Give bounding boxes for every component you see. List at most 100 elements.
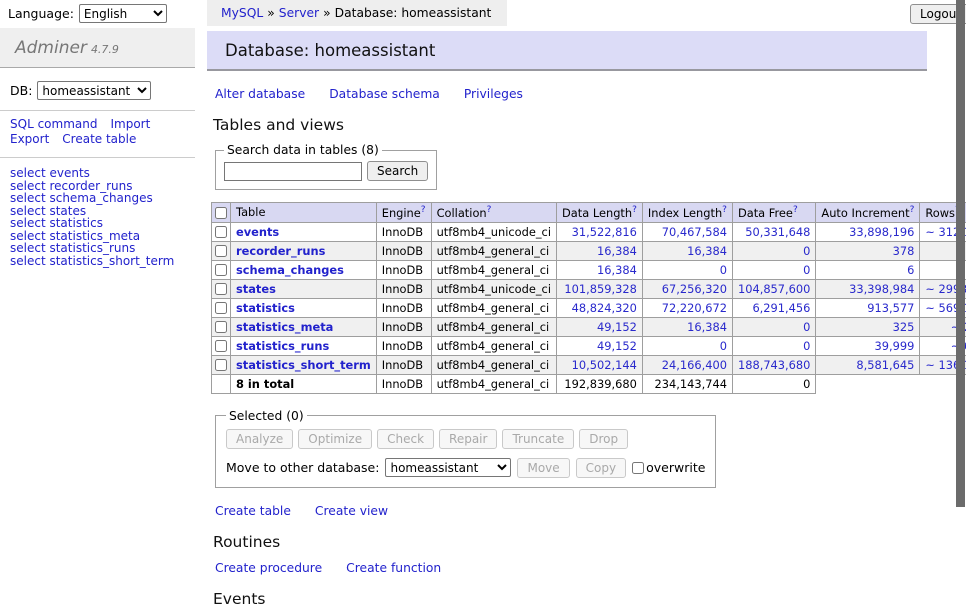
create-links: Create table Create view <box>215 504 927 518</box>
table-row: statistics InnoDB utf8mb4_general_ci 48,… <box>212 298 966 317</box>
content-link[interactable]: Create function <box>346 561 441 575</box>
row-checkbox-cell <box>212 355 231 374</box>
data-free-cell: 0 <box>732 317 815 336</box>
column-header: Engine? <box>376 203 431 223</box>
search-button[interactable]: Search <box>367 161 428 181</box>
sidebar-action-link[interactable]: Import <box>110 118 150 132</box>
column-header: Data Free? <box>732 203 815 223</box>
help-icon[interactable]: ? <box>421 205 426 215</box>
table-link[interactable]: events <box>236 225 279 239</box>
table-name-cell: statistics_meta <box>231 317 377 336</box>
table-name-cell: states <box>231 279 377 298</box>
engine-cell: InnoDB <box>376 241 431 260</box>
engine-cell: InnoDB <box>376 260 431 279</box>
table-row: statistics_runs InnoDB utf8mb4_general_c… <box>212 336 966 355</box>
content-link[interactable]: Create table <box>215 504 291 518</box>
table-link[interactable]: recorder_runs <box>236 244 325 258</box>
data-free-cell: 0 <box>732 260 815 279</box>
language-label: Language: <box>8 6 74 21</box>
total-engine-cell: InnoDB <box>376 374 431 393</box>
table-link[interactable]: statistics_runs <box>236 339 329 353</box>
search-fieldset: Search data in tables (8) Search <box>215 143 437 190</box>
data-free-cell: 0 <box>732 241 815 260</box>
index-length-cell: 70,467,584 <box>642 222 732 241</box>
db-select[interactable]: homeassistant <box>37 81 151 100</box>
selected-action-button[interactable]: Drop <box>579 429 628 449</box>
selected-buttons: AnalyzeOptimizeCheckRepairTruncateDrop <box>226 429 705 449</box>
data-length-cell: 48,824,320 <box>557 298 643 317</box>
content-link[interactable]: Privileges <box>464 87 523 101</box>
row-checkbox[interactable] <box>215 302 227 314</box>
table-row: states InnoDB utf8mb4_unicode_ci 101,859… <box>212 279 966 298</box>
row-checkbox[interactable] <box>215 340 227 352</box>
sidebar-action-link[interactable]: Export <box>10 133 49 147</box>
language-select[interactable]: English <box>79 4 167 23</box>
overwrite-checkbox[interactable] <box>632 462 644 474</box>
scrollbar-thumb[interactable] <box>956 0 965 507</box>
move-button[interactable]: Move <box>517 458 569 478</box>
copy-button[interactable]: Copy <box>576 458 626 478</box>
collation-cell: utf8mb4_unicode_ci <box>431 222 556 241</box>
data-length-cell: 49,152 <box>557 336 643 355</box>
table-name-cell: statistics <box>231 298 377 317</box>
selected-action-button[interactable]: Check <box>377 429 434 449</box>
table-name-cell: statistics_runs <box>231 336 377 355</box>
data-length-cell: 16,384 <box>557 260 643 279</box>
breadcrumb-link-server[interactable]: Server <box>279 6 319 20</box>
table-link[interactable]: statistics <box>236 301 295 315</box>
index-length-cell: 16,384 <box>642 241 732 260</box>
row-checkbox[interactable] <box>215 359 227 371</box>
list-item: select statistics_short_term <box>10 255 195 268</box>
breadcrumb-current: Database: homeassistant <box>335 6 492 20</box>
content-link[interactable]: Create procedure <box>215 561 322 575</box>
select-all-checkbox[interactable] <box>215 207 227 219</box>
selected-action-button[interactable]: Repair <box>439 429 497 449</box>
table-link[interactable]: statistics_short_term <box>236 358 371 372</box>
auto-increment-cell: 33,898,196 <box>816 222 920 241</box>
row-checkbox-cell <box>212 336 231 355</box>
sidebar-action-link[interactable]: Create table <box>62 133 136 147</box>
content-link[interactable]: Alter database <box>215 87 305 101</box>
main-content: MySQL»Server»Database: homeassistant Dat… <box>207 0 927 608</box>
table-link[interactable]: schema_changes <box>236 263 344 277</box>
collation-cell: utf8mb4_general_ci <box>431 355 556 374</box>
help-icon[interactable]: ? <box>793 205 798 215</box>
help-icon[interactable]: ? <box>910 205 915 215</box>
sidebar-select-table-link[interactable]: select statistics_short_term <box>10 254 174 268</box>
help-icon[interactable]: ? <box>722 205 727 215</box>
row-checkbox-cell <box>212 241 231 260</box>
row-checkbox-cell <box>212 298 231 317</box>
selected-action-button[interactable]: Truncate <box>502 429 574 449</box>
row-checkbox[interactable] <box>215 245 227 257</box>
db-selector-row: DB: homeassistant <box>10 81 195 100</box>
engine-cell: InnoDB <box>376 355 431 374</box>
row-checkbox[interactable] <box>215 283 227 295</box>
sidebar-action-link[interactable]: SQL command <box>10 118 97 132</box>
table-row: statistics_short_term InnoDB utf8mb4_gen… <box>212 355 966 374</box>
events-section-title: Events <box>213 590 927 608</box>
row-checkbox[interactable] <box>215 226 227 238</box>
selected-action-button[interactable]: Optimize <box>298 429 372 449</box>
engine-cell: InnoDB <box>376 317 431 336</box>
content-link[interactable]: Database schema <box>329 87 440 101</box>
row-checkbox[interactable] <box>215 264 227 276</box>
row-checkbox[interactable] <box>215 321 227 333</box>
selected-action-button[interactable]: Analyze <box>226 429 293 449</box>
search-input[interactable] <box>224 162 362 181</box>
selected-legend: Selected (0) <box>226 409 307 423</box>
move-db-select[interactable]: homeassistant <box>385 458 511 477</box>
content-link[interactable]: Create view <box>315 504 388 518</box>
help-icon[interactable]: ? <box>487 205 492 215</box>
help-icon[interactable]: ? <box>632 205 637 215</box>
sidebar-actions: SQL command Import Export Create table <box>10 118 195 147</box>
index-length-cell: 67,256,320 <box>642 279 732 298</box>
table-link[interactable]: states <box>236 282 276 296</box>
table-row: events InnoDB utf8mb4_unicode_ci 31,522,… <box>212 222 966 241</box>
table-link[interactable]: statistics_meta <box>236 320 333 334</box>
data-length-cell: 16,384 <box>557 241 643 260</box>
overwrite-label: overwrite <box>646 460 705 475</box>
auto-increment-cell: 913,577 <box>816 298 920 317</box>
breadcrumb-link-mysql[interactable]: MySQL <box>221 6 263 20</box>
table-name-cell: recorder_runs <box>231 241 377 260</box>
language-form: Language: English <box>8 4 167 23</box>
